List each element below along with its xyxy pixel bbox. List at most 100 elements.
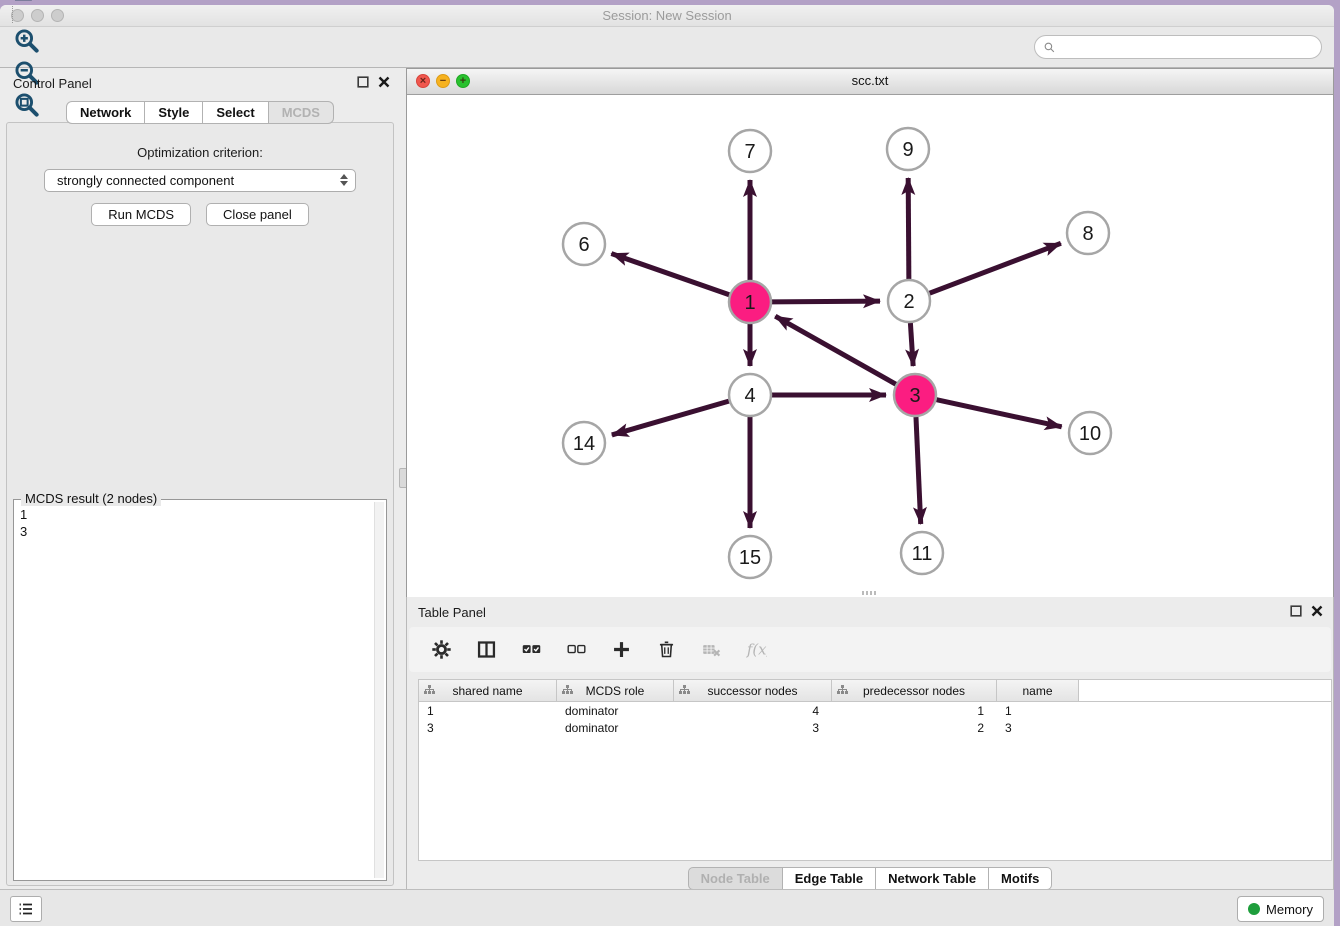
node-table: shared nameMCDS rolesuccessor nodesprede… <box>418 679 1332 861</box>
float-table-panel-icon[interactable] <box>1290 605 1302 617</box>
cell-predecessor-nodes[interactable]: 2 <box>832 721 997 735</box>
graph-node-label-10: 10 <box>1079 423 1101 445</box>
column-header-predecessor-nodes[interactable]: predecessor nodes <box>832 680 997 701</box>
add-column-icon[interactable] <box>609 638 633 662</box>
mcds-result-list[interactable]: 13 <box>14 503 374 880</box>
network-resize-handle[interactable] <box>862 591 876 595</box>
graph-edge-3-10[interactable] <box>936 400 1061 427</box>
svg-text:f(x): f(x) <box>746 640 767 658</box>
close-table-panel-icon[interactable] <box>1311 605 1323 617</box>
control-panel-tabs: NetworkStyleSelectMCDS <box>0 101 400 124</box>
column-header-name[interactable]: name <box>997 680 1079 701</box>
unselect-all-icon[interactable] <box>564 638 588 662</box>
graph-node-label-3: 3 <box>909 385 920 407</box>
column-header-MCDS-role[interactable]: MCDS role <box>557 680 674 701</box>
column-layout-icon[interactable] <box>474 638 498 662</box>
graph-node-label-14: 14 <box>573 433 595 455</box>
cell-name[interactable]: 3 <box>997 721 1079 735</box>
table-row[interactable]: 3dominator323 <box>419 719 1331 736</box>
control-panel: Control Panel NetworkStyleSelectMCDS Opt… <box>0 68 400 886</box>
mcds-result-group: MCDS result (2 nodes) 13 <box>13 499 387 881</box>
cell-MCDS-role[interactable]: dominator <box>557 704 674 718</box>
close-panel-icon[interactable] <box>378 76 390 88</box>
graph-node-label-15: 15 <box>739 547 761 569</box>
toolbar-separator <box>12 6 13 23</box>
app-title: Session: New Session <box>0 8 1334 23</box>
list-icon <box>17 900 35 918</box>
tab-network-table[interactable]: Network Table <box>876 867 989 890</box>
control-panel-title: Control Panel <box>13 76 92 91</box>
graph-edge-2-9[interactable] <box>908 178 909 279</box>
mcds-result-item: 1 <box>20 506 374 523</box>
tab-network[interactable]: Network <box>66 101 145 124</box>
search-box[interactable] <box>1034 35 1322 59</box>
cell-shared-name[interactable]: 3 <box>419 721 557 735</box>
result-scrollbar[interactable] <box>374 502 384 878</box>
zoom-in-icon[interactable] <box>10 24 42 56</box>
delete-table-icon <box>699 638 723 662</box>
column-header-successor-nodes[interactable]: successor nodes <box>674 680 832 701</box>
network-canvas[interactable]: 7 9 6 8 1 2 4 3 14 10 15 11 <box>407 95 1333 597</box>
graph-node-label-6: 6 <box>578 234 589 256</box>
table-tabs: Node TableEdge TableNetwork TableMotifs <box>407 867 1333 890</box>
function-builder-icon: f(x) <box>744 638 768 662</box>
close-panel-button[interactable]: Close panel <box>206 203 309 226</box>
graph-edge-2-8[interactable] <box>930 243 1061 293</box>
table-settings-gear-icon[interactable] <box>429 638 453 662</box>
cell-shared-name[interactable]: 1 <box>419 704 557 718</box>
network-view-window: × − + scc.txt 7 9 6 8 1 2 4 3 14 10 15 11 <box>406 68 1334 597</box>
cell-successor-nodes[interactable]: 4 <box>674 704 832 718</box>
table-panel: Table Panel f(x) shared nameMCDS rolesuc… <box>406 597 1334 895</box>
select-stepper-icon <box>340 174 348 186</box>
graph-edge-4-14[interactable] <box>612 401 729 435</box>
network-window-title: scc.txt <box>407 73 1333 88</box>
graph-edge-1-2[interactable] <box>772 301 880 302</box>
optimization-criterion-label: Optimization criterion: <box>7 145 393 160</box>
graph-node-label-4: 4 <box>744 385 755 407</box>
table-header-row: shared nameMCDS rolesuccessor nodesprede… <box>419 680 1331 702</box>
mcds-panel: Optimization criterion: strongly connect… <box>6 122 394 886</box>
tab-mcds[interactable]: MCDS <box>269 101 334 124</box>
graph-node-label-2: 2 <box>903 291 914 313</box>
mcds-result-item: 3 <box>20 523 374 540</box>
column-header-shared-name[interactable]: shared name <box>419 680 557 701</box>
tab-select[interactable]: Select <box>203 101 268 124</box>
main-toolbar <box>0 27 1334 68</box>
graph-edge-3-1[interactable] <box>775 316 896 384</box>
app-titlebar: Session: New Session <box>0 5 1334 27</box>
status-bar: Memory <box>0 889 1334 926</box>
graph-edge-1-6[interactable] <box>611 254 729 295</box>
network-window-titlebar[interactable]: × − + scc.txt <box>407 69 1333 95</box>
search-input[interactable] <box>1056 40 1321 55</box>
graph-node-label-7: 7 <box>744 141 755 163</box>
search-icon <box>1043 41 1056 54</box>
tab-edge-table[interactable]: Edge Table <box>783 867 876 890</box>
tab-motifs[interactable]: Motifs <box>989 867 1052 890</box>
memory-status-icon <box>1248 903 1260 915</box>
float-panel-icon[interactable] <box>357 76 369 88</box>
graph-node-label-8: 8 <box>1082 223 1093 245</box>
run-mcds-button[interactable]: Run MCDS <box>91 203 191 226</box>
graph-edge-2-3[interactable] <box>910 323 913 366</box>
graph-edge-3-11[interactable] <box>916 417 921 524</box>
export-image-icon[interactable] <box>10 0 42 6</box>
table-panel-title: Table Panel <box>418 605 486 620</box>
graph-node-label-9: 9 <box>902 139 913 161</box>
tab-node-table[interactable]: Node Table <box>688 867 783 890</box>
cell-predecessor-nodes[interactable]: 1 <box>832 704 997 718</box>
graph-node-label-1: 1 <box>744 292 755 314</box>
optimization-criterion-select[interactable]: strongly connected component <box>44 169 356 192</box>
task-history-button[interactable] <box>10 896 42 922</box>
table-toolbar: f(x) <box>409 627 1331 672</box>
selected-option: strongly connected component <box>57 173 234 188</box>
cell-successor-nodes[interactable]: 3 <box>674 721 832 735</box>
table-row[interactable]: 1dominator411 <box>419 702 1331 719</box>
cell-name[interactable]: 1 <box>997 704 1079 718</box>
select-all-icon[interactable] <box>519 638 543 662</box>
tab-style[interactable]: Style <box>145 101 203 124</box>
graph-node-label-11: 11 <box>912 543 933 565</box>
application-window: Session: New Session Control Panel Netwo… <box>0 0 1340 926</box>
cell-MCDS-role[interactable]: dominator <box>557 721 674 735</box>
memory-button[interactable]: Memory <box>1237 896 1324 922</box>
delete-column-icon[interactable] <box>654 638 678 662</box>
